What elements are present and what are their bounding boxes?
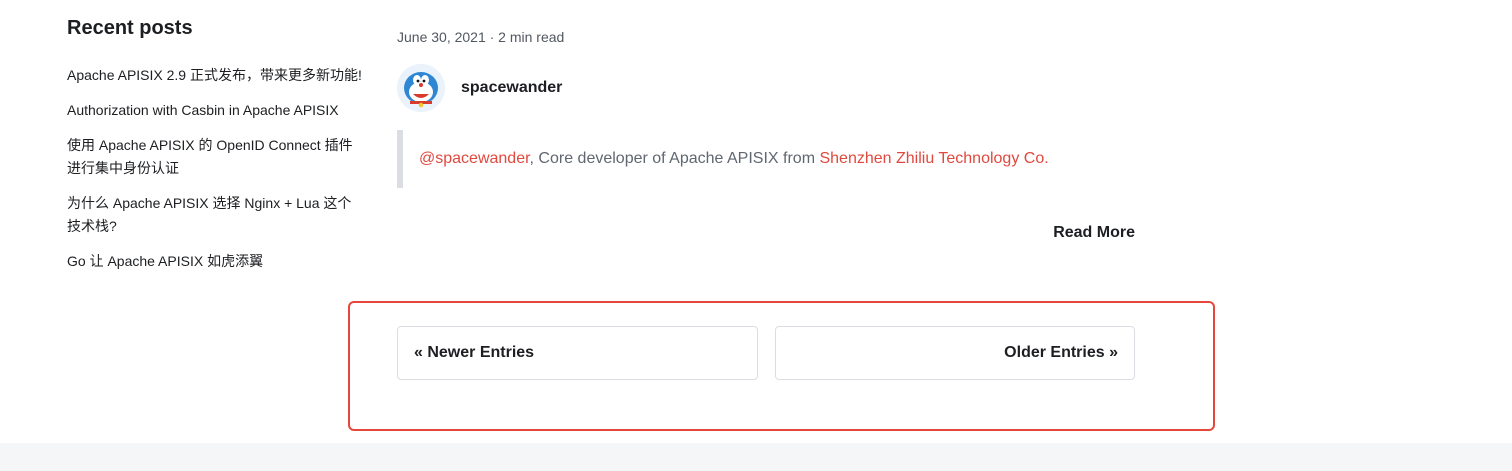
author-bio-text: , Core developer of Apache APISIX from bbox=[529, 150, 820, 167]
recent-post-label[interactable]: 使用 Apache APISIX 的 OpenID Connect 插件进行集中… bbox=[67, 137, 353, 176]
recent-post-link[interactable]: Apache APISIX 2.9 正式发布，带来更多新功能! bbox=[67, 64, 363, 87]
older-entries-button[interactable]: Older Entries » bbox=[774, 326, 1135, 380]
newer-entries-button[interactable]: « Newer Entries bbox=[397, 326, 758, 380]
recent-post-label[interactable]: Apache APISIX 2.9 正式发布，带来更多新功能! bbox=[67, 67, 362, 83]
company-link[interactable]: Shenzhen Zhiliu Technology Co. bbox=[819, 150, 1048, 167]
recent-post-label[interactable]: 为什么 Apache APISIX 选择 Nginx + Lua 这个技术栈? bbox=[67, 195, 351, 234]
recent-posts-title: Recent posts bbox=[67, 17, 193, 39]
recent-post-label[interactable]: Authorization with Casbin in Apache APIS… bbox=[67, 102, 339, 118]
author-name[interactable]: spacewander bbox=[461, 79, 562, 97]
recent-post-link[interactable]: Go 让 Apache APISIX 如虎添翼 bbox=[67, 250, 363, 273]
author-handle-link[interactable]: @spacewander bbox=[419, 150, 530, 167]
author-block: spacewander bbox=[397, 64, 562, 112]
recent-posts-list: Apache APISIX 2.9 正式发布，带来更多新功能! Authoriz… bbox=[67, 64, 367, 273]
recent-posts-sidebar: Recent posts Apache APISIX 2.9 正式发布，带来更多… bbox=[67, 14, 367, 285]
recent-post-link[interactable]: 使用 Apache APISIX 的 OpenID Connect 插件进行集中… bbox=[67, 134, 363, 180]
avatar-image bbox=[397, 64, 445, 112]
read-more-link[interactable]: Read More bbox=[1053, 224, 1135, 242]
author-avatar[interactable] bbox=[397, 64, 445, 112]
recent-post-link[interactable]: Authorization with Casbin in Apache APIS… bbox=[67, 99, 363, 122]
footer-strip bbox=[0, 443, 1512, 471]
post-date-readtime: June 30, 2021 · 2 min read bbox=[397, 29, 565, 45]
recent-post-link[interactable]: 为什么 Apache APISIX 选择 Nginx + Lua 这个技术栈? bbox=[67, 192, 363, 238]
author-bio-quote: @spacewander, Core developer of Apache A… bbox=[397, 130, 1135, 188]
recent-post-label[interactable]: Go 让 Apache APISIX 如虎添翼 bbox=[67, 253, 263, 269]
blog-pagination: « Newer Entries Older Entries » bbox=[397, 326, 1135, 380]
